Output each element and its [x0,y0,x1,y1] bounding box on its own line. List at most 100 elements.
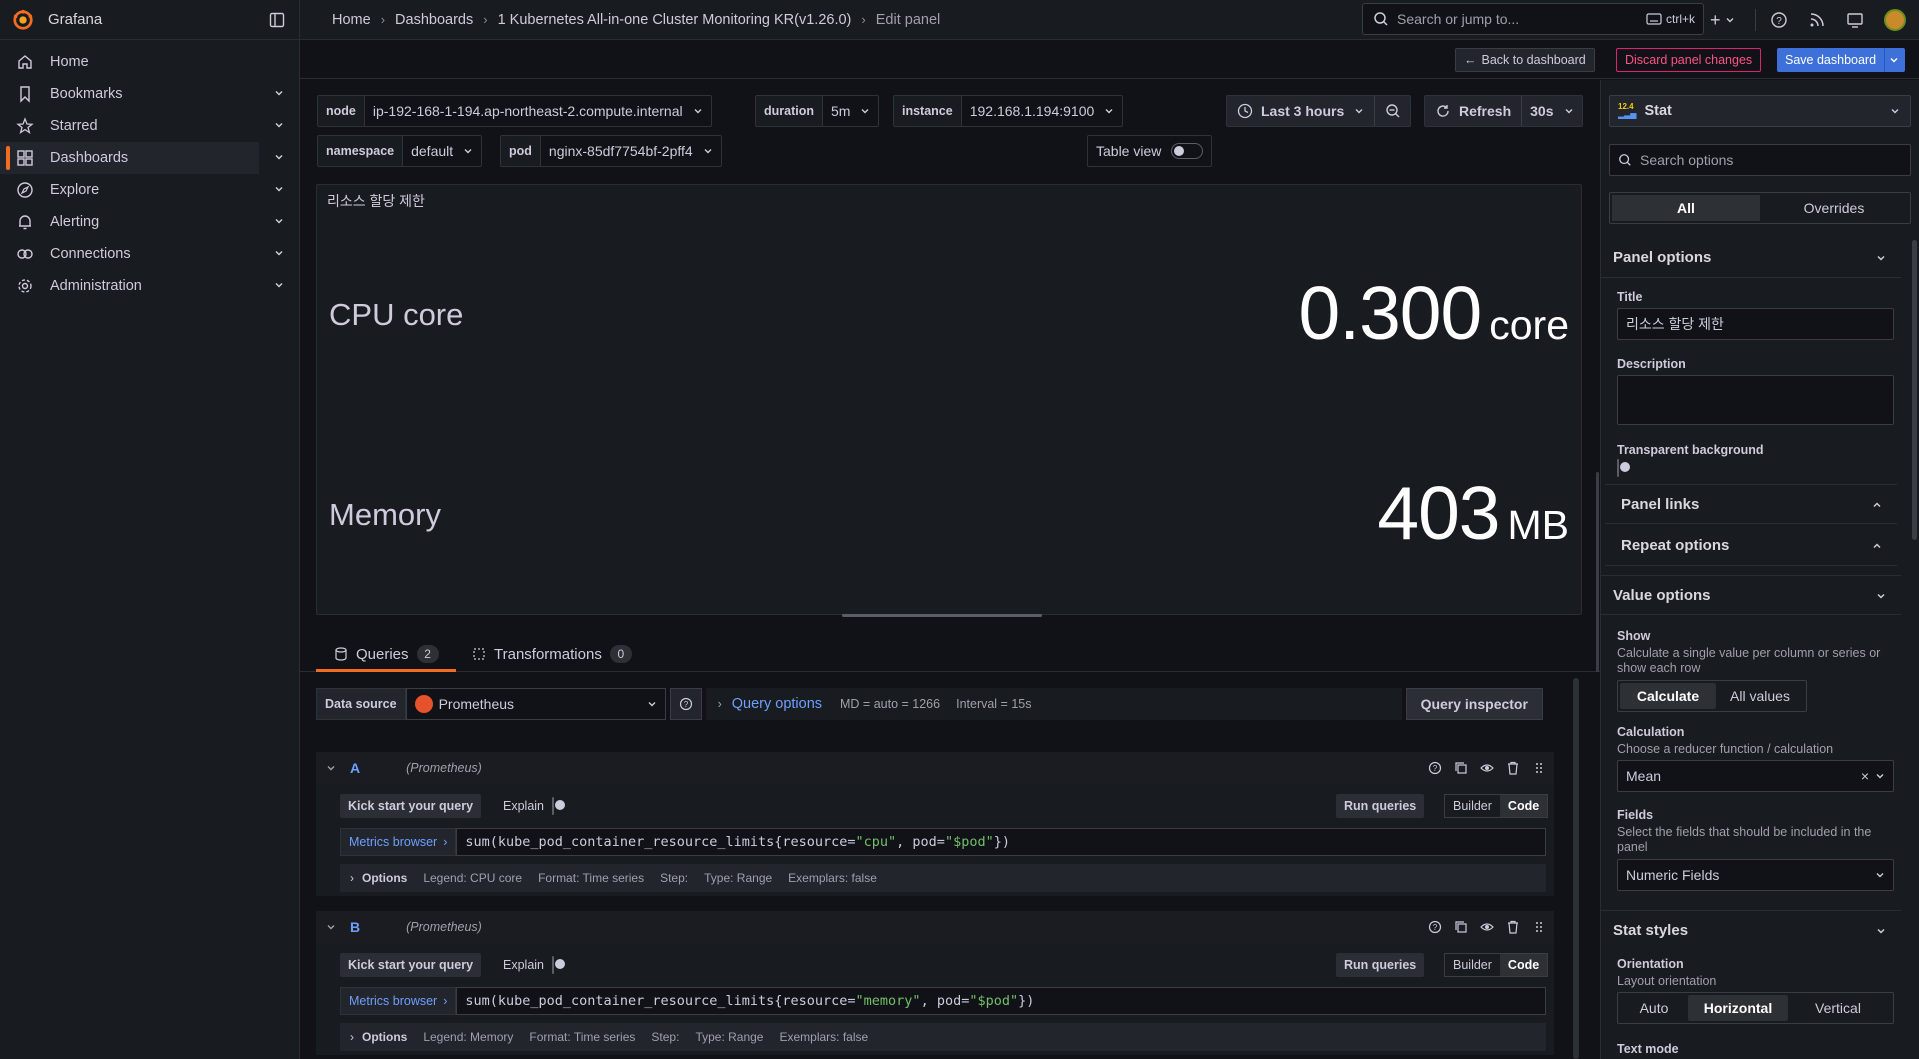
chevron-down-icon[interactable] [273,279,285,291]
kick-start-query-button[interactable]: Kick start your query [340,794,482,818]
breadcrumb-dashboard[interactable]: 1 Kubernetes All-in-one Cluster Monitori… [498,12,852,28]
datasource-help-button[interactable]: ? [669,688,702,720]
clear-icon[interactable]: × [1861,768,1869,784]
variable-node-select[interactable]: ip-192-168-1-194.ap-northeast-2.compute.… [365,96,711,126]
chevron-down-icon[interactable] [273,87,285,99]
show-calculate-option[interactable]: Calculate [1620,683,1716,709]
drag-handle-icon[interactable] [1532,920,1546,934]
orientation-horizontal-option[interactable]: Horizontal [1688,995,1788,1021]
fields-select[interactable]: Numeric Fields [1617,859,1894,891]
tab-queries[interactable]: Queries 2 [316,636,456,672]
duplicate-icon[interactable] [1454,920,1468,934]
section-value-options[interactable]: Value options [1601,575,1901,615]
code-mode-button[interactable]: Code [1499,795,1548,817]
section-repeat-options[interactable]: Repeat options [1605,526,1897,566]
eye-icon[interactable] [1480,920,1494,934]
variable-duration-select[interactable]: 5m [823,96,878,126]
code-mode-button[interactable]: Code [1499,954,1548,976]
variable-pod-select[interactable]: nginx-85df7754bf-2pff4 [541,136,721,166]
calculation-select[interactable]: Mean × [1617,760,1894,792]
metrics-browser-button[interactable]: Metrics browser › [340,987,457,1015]
eye-icon[interactable] [1480,761,1494,775]
orientation-vertical-option[interactable]: Vertical [1788,995,1888,1021]
refresh-button[interactable]: Refresh [1425,96,1521,126]
grafana-logo-icon[interactable] [12,9,34,31]
tab-all[interactable]: All [1612,195,1760,221]
orientation-auto-option[interactable]: Auto [1620,995,1688,1021]
kick-start-query-button[interactable]: Kick start your query [340,953,482,977]
query-inspector-button[interactable]: Query inspector [1405,688,1543,720]
tab-overrides[interactable]: Overrides [1760,195,1908,221]
rss-icon[interactable] [1808,11,1826,29]
query-row-header-b[interactable]: B (Prometheus) ? [316,911,1554,943]
chevron-down-icon[interactable] [1889,55,1899,65]
query-expression-input[interactable]: sum(kube_pod_container_resource_limits{r… [456,828,1546,856]
query-area-scrollbar[interactable] [1573,678,1579,1059]
show-all-values-option[interactable]: All values [1716,683,1804,709]
drag-handle-icon[interactable] [1532,761,1546,775]
variable-namespace-select[interactable]: default [403,136,481,166]
help-icon[interactable]: ? [1770,11,1788,29]
chevron-down-icon[interactable] [273,183,285,195]
title-input[interactable]: 리소스 할당 제한 [1617,308,1894,340]
sidebar-item-administration[interactable]: Administration [0,270,299,302]
time-range-picker[interactable]: Last 3 hours [1226,95,1412,127]
run-queries-button[interactable]: Run queries [1336,953,1425,977]
query-expression-input[interactable]: sum(kube_pod_container_resource_limits{r… [456,987,1546,1015]
new-menu-button[interactable]: + [1710,10,1735,31]
sidebar-item-bookmarks[interactable]: Bookmarks [0,78,299,110]
search-options-input[interactable]: Search options [1609,144,1911,176]
query-ref-id[interactable]: B [350,919,360,935]
query-ref-id[interactable]: A [350,760,360,776]
panel-resize-handle[interactable] [842,614,1042,617]
options-pane-scrollbar[interactable] [1912,240,1917,540]
datasource-picker[interactable]: Prometheus [405,688,666,720]
trash-icon[interactable] [1506,761,1520,775]
kiosk-monitor-icon[interactable] [1846,11,1864,29]
tab-transformations[interactable]: Transformations 0 [472,636,632,672]
explain-toggle[interactable] [552,956,554,974]
variable-instance-select[interactable]: 192.168.1.194:9100 [962,96,1123,126]
section-stat-styles[interactable]: Stat styles [1601,910,1901,950]
chevron-down-icon[interactable] [326,922,336,932]
breadcrumb-dashboards[interactable]: Dashboards [395,12,473,28]
builder-mode-button[interactable]: Builder [1445,795,1500,817]
breadcrumb-home[interactable]: Home [332,12,371,28]
save-dashboard-button[interactable]: Save dashboard [1777,48,1906,72]
refresh-interval-select[interactable]: 30s [1521,96,1581,126]
dock-menu-icon[interactable] [269,12,285,28]
sidebar-item-home[interactable]: Home [0,46,299,78]
avatar[interactable] [1883,9,1906,31]
help-icon[interactable]: ? [1428,761,1442,775]
transparent-toggle[interactable] [1617,459,1619,477]
run-queries-button[interactable]: Run queries [1336,794,1425,818]
sidebar-item-connections[interactable]: Connections [0,238,299,270]
chevron-down-icon[interactable] [273,119,285,131]
visualization-picker[interactable]: 12.4 ▂▃▅ Stat [1609,95,1911,127]
help-icon[interactable]: ? [1428,920,1442,934]
zoom-out-button[interactable] [1374,96,1410,126]
section-panel-options[interactable]: Panel options [1601,238,1901,278]
query-options-summary[interactable]: › Options Legend: CPU core Format: Time … [340,864,1546,892]
table-view-toggle[interactable]: Table view [1087,135,1213,167]
pane-splitter[interactable] [1596,472,1599,672]
chevron-down-icon[interactable] [326,763,336,773]
duplicate-icon[interactable] [1454,761,1468,775]
trash-icon[interactable] [1506,920,1520,934]
metrics-browser-button[interactable]: Metrics browser › [340,828,457,856]
chevron-down-icon[interactable] [273,151,285,163]
query-options-summary[interactable]: › Options Legend: Memory Format: Time se… [340,1023,1546,1051]
time-range-select[interactable]: Last 3 hours [1227,96,1374,126]
sidebar-item-dashboards[interactable]: Dashboards [0,142,283,174]
search-input[interactable]: Search or jump to... ctrl+k [1362,3,1704,35]
discard-panel-changes-button[interactable]: Discard panel changes [1616,48,1762,72]
builder-mode-button[interactable]: Builder [1445,954,1500,976]
sidebar-item-starred[interactable]: Starred [0,110,299,142]
table-view-switch[interactable] [1171,143,1204,159]
chevron-down-icon[interactable] [273,215,285,227]
sidebar-item-explore[interactable]: Explore [0,174,299,206]
explain-toggle[interactable] [552,797,554,815]
query-row-header-a[interactable]: A (Prometheus) ? [316,752,1554,784]
refresh-picker[interactable]: Refresh 30s [1424,95,1583,127]
back-to-dashboard-button[interactable]: ← Back to dashboard [1455,48,1595,72]
